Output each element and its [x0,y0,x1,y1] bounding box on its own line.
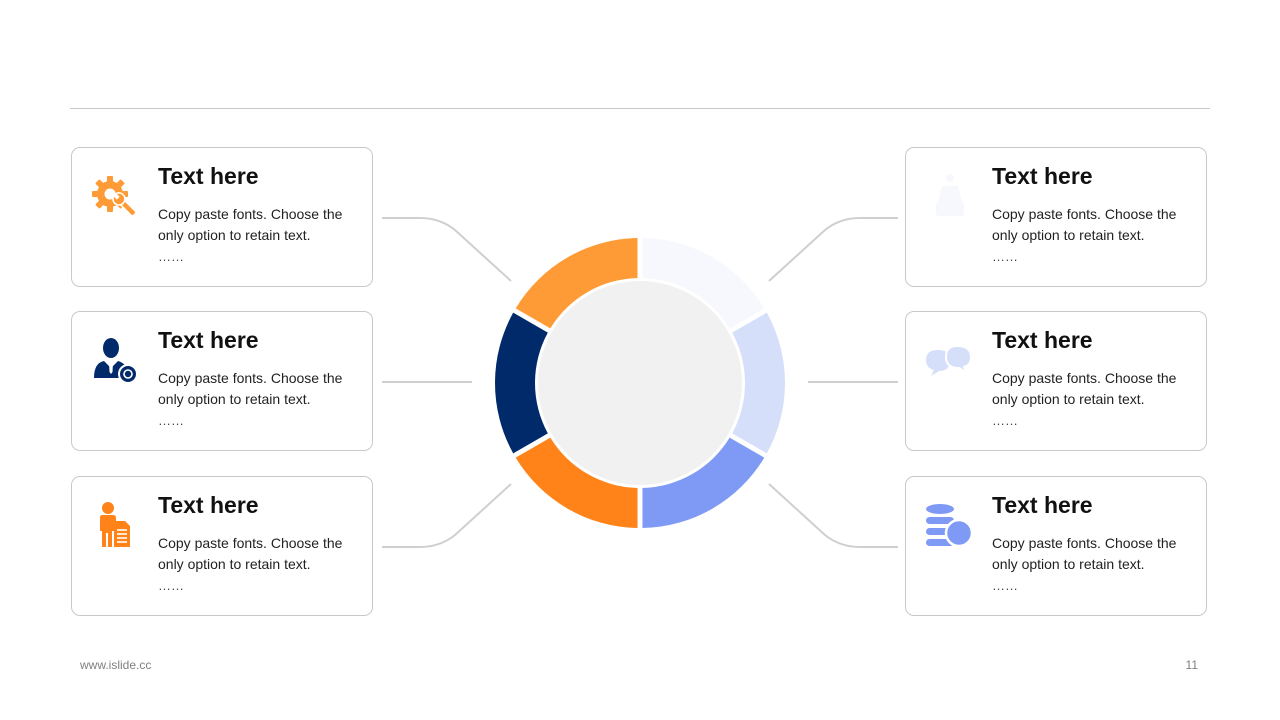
card-body: Copy paste fonts. Choose the only option… [992,535,1177,572]
coins-stack-icon [926,504,974,548]
footer-url: www.islide.cc [80,658,152,672]
card-body: Copy paste fonts. Choose the only option… [992,370,1177,407]
connector-left-top [382,217,512,282]
card-title: Text here [158,327,259,353]
connector-right-top [768,217,898,282]
card-body: Copy paste fonts. Choose the only option… [992,206,1177,243]
businessman-coin-icon [94,338,138,384]
card-ellipsis: …… [992,578,1018,593]
connector-left-bottom [382,483,512,548]
card-body: Copy paste fonts. Choose the only option… [158,206,343,243]
person-document-icon [100,502,130,547]
card-right-bottom: Text here Copy paste fonts. Choose the o… [905,476,1207,616]
gear-wrench-icon [92,176,137,217]
page-number: 11 [1185,658,1198,672]
card-title: Text here [158,492,259,518]
card-body: Copy paste fonts. Choose the only option… [158,535,343,572]
card-ellipsis: …… [158,249,184,264]
card-left-top: Text here Copy paste fonts. Choose the o… [71,147,373,287]
card-title: Text here [992,492,1093,518]
center-circle [538,281,742,485]
chat-bubbles-icon [926,344,973,376]
card-ellipsis: …… [158,578,184,593]
card-body: Copy paste fonts. Choose the only option… [158,370,343,407]
card-ellipsis: …… [992,249,1018,264]
card-title: Text here [158,163,259,189]
connector-right-bottom [768,483,898,548]
card-title: Text here [992,163,1093,189]
card-left-middle: Text here Copy paste fonts. Choose the o… [71,311,373,451]
card-right-middle: Text here Copy paste fonts. Choose the o… [905,311,1207,451]
hand-money-icon [936,174,964,216]
card-title: Text here [992,327,1093,353]
card-left-bottom: Text here Copy paste fonts. Choose the o… [71,476,373,616]
card-ellipsis: …… [158,413,184,428]
card-ellipsis: …… [992,413,1018,428]
card-right-top: Text here Copy paste fonts. Choose the o… [905,147,1207,287]
